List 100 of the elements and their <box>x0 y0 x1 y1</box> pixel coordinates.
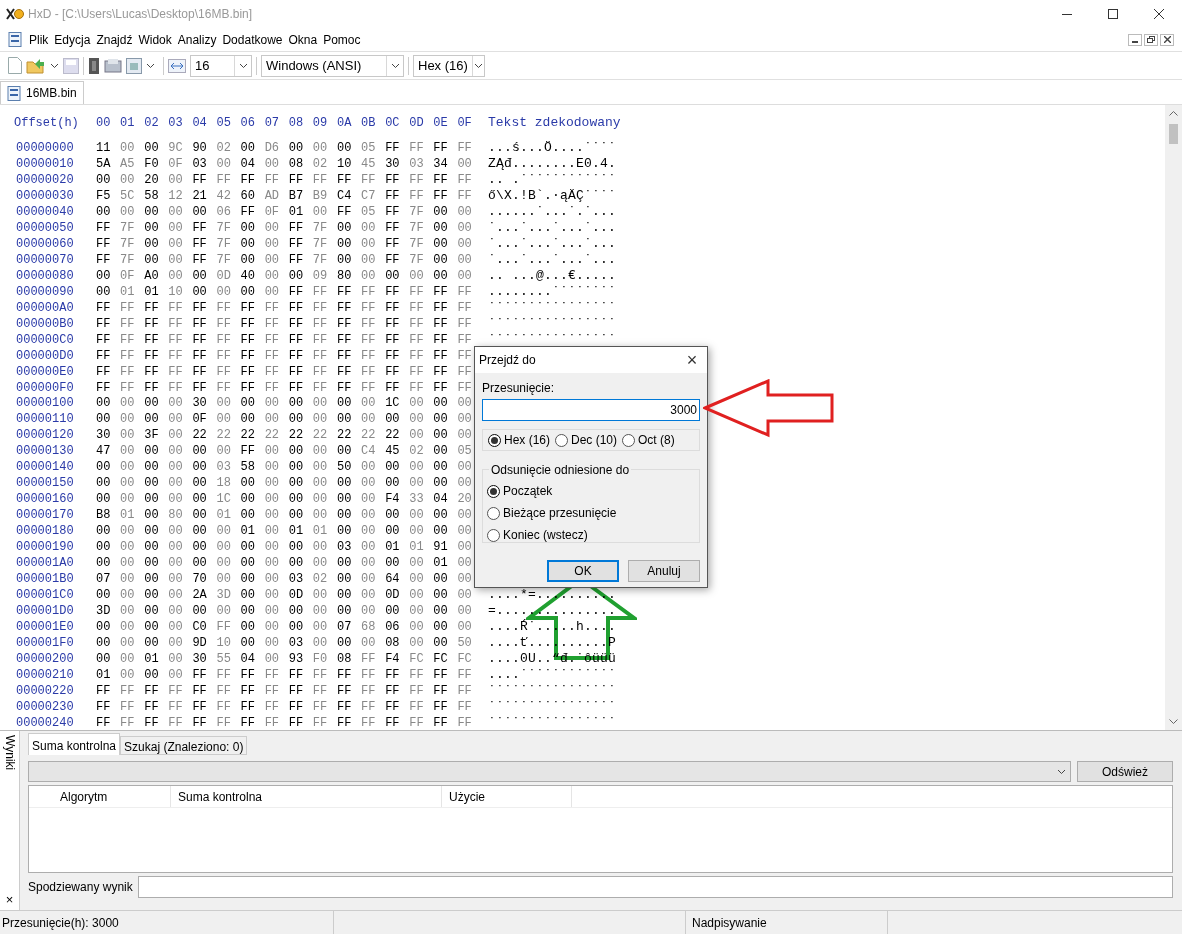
radio-option[interactable]: Początek <box>487 482 695 500</box>
mdi-minimize-button[interactable] <box>1128 33 1142 46</box>
offset-cell-text: 00000090 <box>16 283 75 301</box>
offset-cell-text: 000001D0 <box>16 603 75 621</box>
expected-result-field[interactable] <box>137 876 1173 898</box>
radio-icon[interactable] <box>487 506 500 520</box>
offset-cell-text: 00000160 <box>16 491 75 509</box>
hex-bytes: FF FF FF FF FF FF FF FF FF FF FF FF FF FF FF FF <box>96 363 473 381</box>
refresh-button[interactable]: Odśwież <box>1077 761 1173 782</box>
decoded-text: ˙˙˙˙˙˙˙˙˙˙˙˙˙˙˙˙ <box>488 314 617 333</box>
radio-icon[interactable] <box>555 433 568 447</box>
hex-bytes: FF FF FF FF FF FF FF FF FF FF FF FF FF FF FF FF <box>96 331 473 349</box>
menu-item[interactable]: Widok <box>135 30 175 49</box>
scrollbar-thumb[interactable] <box>1169 124 1178 144</box>
window-icon[interactable] <box>126 57 142 74</box>
menu-item[interactable]: Edycja <box>51 30 94 49</box>
open-folder-icon[interactable] <box>26 57 46 74</box>
menu-item[interactable]: Okna <box>285 30 321 49</box>
offset-label: Przesunięcie: <box>482 380 556 397</box>
radio-option[interactable]: Hex (16) <box>488 431 550 449</box>
offset-cell-text: 000000C0 <box>16 331 75 349</box>
dialog-button[interactable]: Anuluj <box>628 560 700 582</box>
hex-bytes: FF FF FF FF FF FF FF FF FF FF FF FF FF FF FF FF <box>96 682 473 700</box>
close-button[interactable]: × <box>5 893 14 906</box>
column-header: 0A <box>336 115 353 132</box>
mdi-restore-button[interactable] <box>1144 33 1158 46</box>
hex-bytes: 00 00 00 00 00 00 00 00 00 00 03 00 01 01 91 00 <box>96 539 473 557</box>
decoded-text: ......˙...˙.˙... <box>488 203 617 222</box>
radio-icon[interactable] <box>622 433 636 447</box>
status-offset: Przesunięcie(h): 3000 <box>0 911 334 934</box>
decoded-text: ˙...˙...˙...˙... <box>488 251 617 269</box>
window-title: HxD - [C:\Users\Lucas\Desktop\16MB.bin] <box>28 6 253 23</box>
column-header: 04 <box>192 115 208 132</box>
dialog-button[interactable]: OK <box>547 560 619 582</box>
menu-item[interactable]: Pomoc <box>320 30 364 49</box>
radio-icon[interactable] <box>488 433 501 447</box>
radio-option[interactable]: Oct (8) <box>622 431 675 449</box>
offset-cell-text: 000000F0 <box>16 379 75 397</box>
decoded-text: ˙˙˙˙˙˙˙˙˙˙˙˙˙˙˙˙ <box>488 714 617 733</box>
offset-cell-text: 00000200 <box>16 651 75 668</box>
offset-cell-text: 00000190 <box>16 539 75 557</box>
decoded-text: .. .˙˙˙˙˙˙˙˙˙˙˙˙ <box>488 171 617 189</box>
column-header: 09 <box>312 115 329 132</box>
menu-item[interactable]: Znajdź <box>93 30 136 49</box>
radio-icon[interactable] <box>487 484 500 498</box>
dropdown[interactable]: 16 <box>190 54 252 77</box>
column-header: 01 <box>120 115 136 132</box>
offset-cell-text: 000001C0 <box>16 587 75 605</box>
offset-cell-text: 00000210 <box>16 666 75 684</box>
side-tab[interactable]: Wyniki <box>0 735 19 771</box>
panel-tab[interactable]: Suma kontrolna <box>28 733 121 755</box>
chip-icon[interactable] <box>88 57 100 74</box>
column-header: 05 <box>216 115 232 132</box>
scrollbar[interactable] <box>1165 105 1182 730</box>
radio-option[interactable]: Koniec (wstecz) <box>487 526 695 544</box>
dropdown-caret-icon <box>238 62 248 69</box>
hex-bytes: 5A A5 F0 0F 03 00 04 00 08 02 10 45 30 03 34 00 <box>96 155 473 173</box>
column-header: 03 <box>168 115 184 132</box>
offset-cell-text: 00000080 <box>16 267 75 285</box>
panel-tab[interactable]: Szukaj (Znaleziono: 0) <box>120 736 248 755</box>
hex-bytes: F5 5C 58 12 21 42 60 AD B7 B9 C4 C7 FF FF FF FF <box>96 187 473 205</box>
menu-item[interactable]: Plik <box>26 30 52 49</box>
radio-option[interactable]: Bieżące przesunięcie <box>487 504 695 522</box>
hex-bytes: FF FF FF FF FF FF FF FF FF FF FF FF FF FF FF FF <box>96 315 473 333</box>
dropdown-caret-icon <box>390 62 400 69</box>
decoded-text: ZĄđ........E0.4. <box>488 155 617 174</box>
menu-item[interactable]: Analizy <box>174 30 220 49</box>
hex-bytes: 00 00 00 00 00 1C 00 00 00 00 00 00 F4 33 04 20 <box>96 491 473 509</box>
offset-cell-text: 00000130 <box>16 443 75 461</box>
mdi-close-button[interactable] <box>1160 33 1174 46</box>
scroll-down-icon[interactable] <box>1169 719 1178 724</box>
hex-bytes: 00 00 01 00 30 55 04 00 93 F0 08 FF F4 FC FC FC <box>96 651 473 668</box>
column-header: 0D <box>409 115 425 132</box>
offset-cell-text: 000001B0 <box>16 571 75 589</box>
dropdown-caret-icon <box>50 62 59 69</box>
offset-cell-text: 00000170 <box>16 507 75 525</box>
close-button[interactable]: × <box>677 351 707 369</box>
radio-option[interactable]: Dec (10) <box>555 431 618 449</box>
offset-cell-text: 00000010 <box>16 155 75 173</box>
column-header[interactable]: Suma kontrolna <box>171 786 442 807</box>
hex-bytes: FF 7F 00 00 FF 7F 00 00 FF 7F 00 00 FF 7F 00 00 <box>96 251 473 269</box>
dropdown[interactable]: Hex (16) <box>413 54 485 77</box>
offset-cell-text: 000000E0 <box>16 363 75 381</box>
maximize-icon <box>1108 9 1118 19</box>
radio-icon[interactable] <box>487 528 500 542</box>
decoded-text: ˙˙˙˙˙˙˙˙˙˙˙˙˙˙˙˙ <box>488 698 617 717</box>
scroll-up-icon[interactable] <box>1169 111 1178 116</box>
dropdown[interactable]: Windows (ANSI) <box>261 54 404 77</box>
offset-field[interactable]: 3000 <box>482 399 700 421</box>
menu-item[interactable]: Dodatkowe <box>219 30 286 49</box>
document-tab[interactable]: 16MB.bin <box>0 81 84 104</box>
column-header[interactable]: Algorytm <box>53 786 171 807</box>
width-arrows-icon[interactable] <box>168 58 186 73</box>
offset-cell-text: 000001F0 <box>16 635 75 652</box>
decoded-text: ....˙˙˙˙˙˙˙˙˙˙˙˙ <box>488 666 617 685</box>
document-icon <box>8 32 22 47</box>
column-header: 07 <box>264 115 281 132</box>
column-header[interactable]: Użycie <box>442 786 572 807</box>
hex-bytes: FF 7F 00 00 FF 7F 00 00 FF 7F 00 00 FF 7F 00 00 <box>96 235 473 253</box>
offset-cell-text: 00000140 <box>16 459 75 477</box>
